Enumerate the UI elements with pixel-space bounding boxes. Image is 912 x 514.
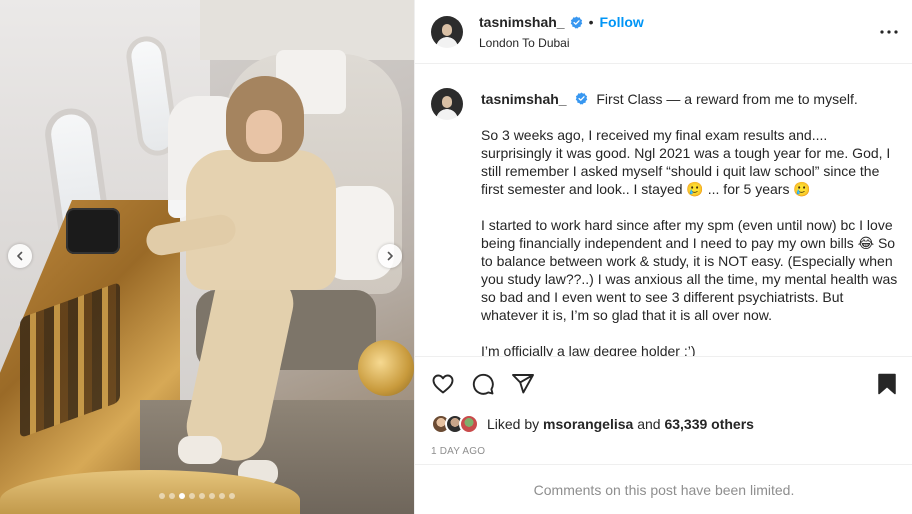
photo-lamp [358, 340, 414, 396]
verified-badge-icon [576, 92, 588, 105]
carousel-dot [179, 493, 185, 499]
likes-and: and [637, 416, 661, 432]
carousel-dot [229, 493, 235, 499]
verified-badge-icon [570, 15, 582, 29]
chevron-left-icon [17, 251, 23, 261]
share-button[interactable] [511, 372, 535, 396]
carousel-dot [159, 493, 165, 499]
carousel-prev-button[interactable] [8, 244, 32, 268]
liker-avatars[interactable] [431, 414, 479, 434]
follow-button[interactable]: Follow [600, 14, 644, 30]
caption-paragraph: tasnimshah_ First Class — a reward from … [481, 90, 901, 108]
header-username[interactable]: tasnimshah_ [479, 14, 565, 30]
carousel-indicator [159, 493, 235, 499]
carousel-dot [219, 493, 225, 499]
likes-count-link[interactable]: 63,339 others [664, 416, 754, 432]
separator-bullet: • [588, 14, 594, 30]
paper-plane-icon [512, 374, 534, 394]
bookmark-icon [878, 373, 896, 395]
post-detail-panel: tasnimshah_ • Follow London To Dubai tas… [414, 0, 912, 514]
likes-prefix: Liked by [487, 416, 540, 432]
caption-username[interactable]: tasnimshah_ [481, 91, 567, 107]
caption-area: tasnimshah_ First Class — a reward from … [415, 64, 912, 357]
caption-paragraph: So 3 weeks ago, I received my final exam… [481, 127, 891, 197]
photo-cup [168, 200, 188, 218]
chevron-right-icon [387, 251, 393, 261]
carousel-next-button[interactable] [378, 244, 402, 268]
header-user-row: tasnimshah_ • Follow [479, 14, 644, 30]
photo-handbag [66, 208, 120, 254]
post-location[interactable]: London To Dubai [479, 36, 570, 50]
carousel-dot [169, 493, 175, 499]
carousel-dot [209, 493, 215, 499]
comments-limited-notice: Comments on this post have been limited. [415, 464, 912, 514]
action-bar [415, 358, 912, 410]
more-options-icon [880, 30, 898, 34]
caption-line: First Class — a reward from me to myself… [596, 91, 858, 107]
likes-summary: Liked by msorangelisa and 63,339 others [487, 416, 754, 432]
post-timestamp[interactable]: 1 DAY AGO [431, 446, 485, 457]
save-button[interactable] [875, 372, 899, 396]
more-options-button[interactable] [877, 20, 901, 44]
caption-paragraph: I’m officially a law degree holder :’) [481, 343, 696, 357]
likes-row: Liked by msorangelisa and 63,339 others [431, 412, 754, 436]
caption-paragraph: I started to work hard since after my sp… [481, 217, 898, 323]
photo-shoe [178, 436, 222, 464]
caption-text: tasnimshah_ First Class — a reward from … [481, 90, 901, 357]
comment-button[interactable] [471, 372, 495, 396]
avatar[interactable] [431, 16, 463, 48]
avatar[interactable] [459, 414, 479, 434]
like-button[interactable] [431, 372, 455, 396]
post-media[interactable] [0, 0, 414, 514]
heart-icon [432, 374, 454, 394]
avatar[interactable] [431, 88, 463, 120]
comment-icon [472, 373, 494, 395]
carousel-dot [199, 493, 205, 499]
post-header: tasnimshah_ • Follow London To Dubai [415, 0, 912, 64]
carousel-dot [189, 493, 195, 499]
photo-person-face [246, 110, 282, 154]
liker-username[interactable]: msorangelisa [543, 416, 633, 432]
